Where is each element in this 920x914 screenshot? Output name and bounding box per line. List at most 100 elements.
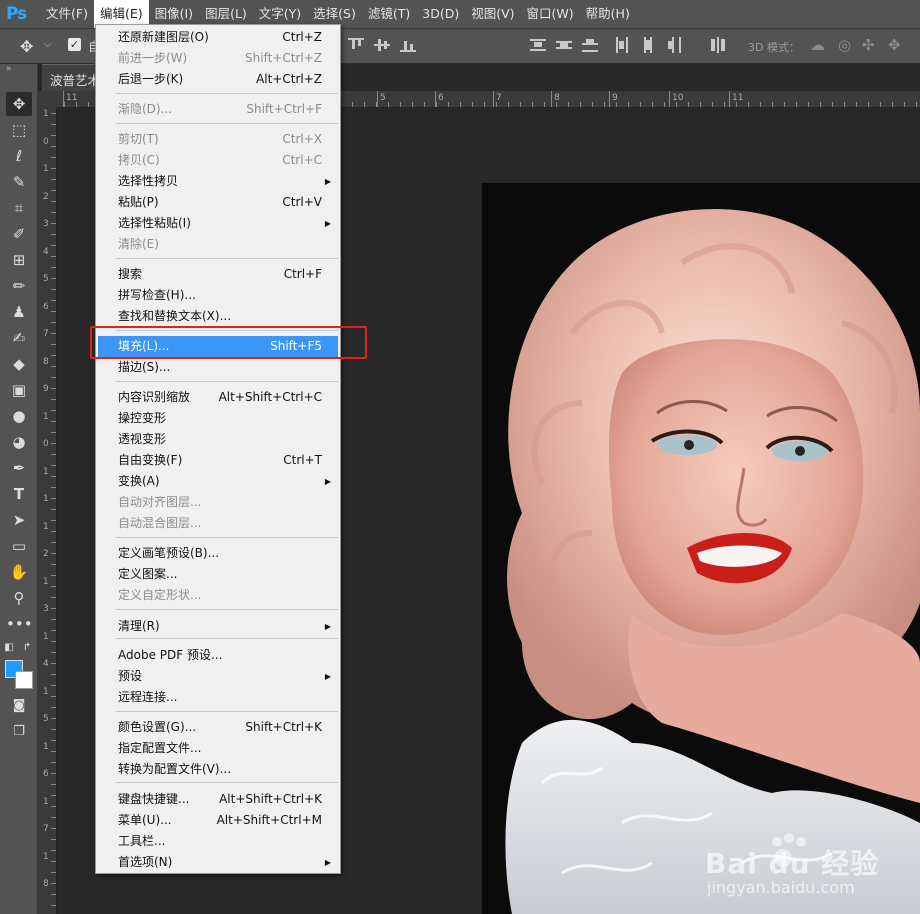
align-vcenter-icon[interactable] — [374, 37, 390, 53]
ruler-v-minor-tick — [51, 575, 56, 576]
edit-menu-item[interactable]: 选择性拷贝 ▶ — [98, 171, 338, 192]
edit-menu-item[interactable]: 指定配置文件... — [98, 738, 338, 759]
ruler-v-minor-tick — [51, 113, 56, 114]
more-tools-icon[interactable]: ••• — [6, 612, 33, 636]
edit-menu-item[interactable]: 描边(S)... — [98, 357, 338, 378]
hand-tool-icon[interactable]: ✋ — [6, 560, 32, 584]
ruler-h-minor-tick — [688, 102, 689, 107]
menu-item-9[interactable]: 窗口(W) — [521, 0, 580, 28]
zoom-tool-icon[interactable]: ⚲ — [6, 586, 32, 610]
crop-tool-icon[interactable]: ⌗ — [6, 196, 32, 220]
eyedropper-tool-icon[interactable]: ✐ — [6, 222, 32, 246]
blur-tool-icon[interactable]: ● — [6, 404, 32, 428]
auto-align-icon[interactable] — [710, 37, 726, 53]
document-tab[interactable]: 波普艺术 — [42, 64, 102, 91]
submenu-arrow-icon: ▶ — [324, 219, 331, 228]
default-colors-icon[interactable]: ◧ — [2, 636, 16, 660]
distribute-left-icon[interactable] — [614, 37, 630, 53]
3d-slide-icon[interactable]: ✥ — [888, 36, 901, 54]
edit-menu-item[interactable]: 定义画笔预设(B)... — [98, 543, 338, 564]
edit-menu-item[interactable]: 后退一步(K) Alt+Ctrl+Z — [98, 69, 338, 90]
edit-menu-item[interactable]: 定义图案... — [98, 564, 338, 585]
edit-menu-item[interactable]: 选择性粘贴(I) ▶ — [98, 213, 338, 234]
clone-stamp-tool-icon[interactable]: ♟ — [6, 300, 32, 324]
tools-panel: » ✥ ⬚ ℓ ✎ ⌗ ✐ ⊞ ✏ ♟ ✍ ◆ ▣ ● ◕ ✒ T ➤ ▭ ✋ … — [0, 64, 38, 914]
menu-item-10[interactable]: 帮助(H) — [580, 0, 636, 28]
distribute-hcenter-icon[interactable] — [640, 37, 656, 53]
ruler-v-minor-tick — [51, 201, 56, 202]
edit-menu-item[interactable]: 颜色设置(G)... Shift+Ctrl+K — [98, 717, 338, 738]
3d-roll-icon[interactable]: ◎ — [838, 36, 851, 54]
menu-separator — [116, 537, 338, 538]
edit-menu-item[interactable]: 操控变形 — [98, 408, 338, 429]
edit-menu-item[interactable]: 远程连接... — [98, 687, 338, 708]
auto-select-checkbox[interactable]: ✓ — [68, 38, 81, 51]
menu-item-label: 定义画笔预设(B)... — [118, 546, 220, 560]
3d-orbit-icon[interactable]: ☁ — [810, 36, 825, 54]
swap-colors-icon[interactable]: ↱ — [20, 636, 34, 660]
edit-menu-item[interactable]: Adobe PDF 预设... — [98, 645, 338, 666]
screen-mode-icon[interactable]: ❐ — [6, 720, 32, 744]
quick-select-tool-icon[interactable]: ✎ — [6, 170, 32, 194]
edit-menu-item[interactable]: 自由变换(F) Ctrl+T — [98, 450, 338, 471]
menu-item-6[interactable]: 滤镜(T) — [362, 0, 416, 28]
background-color-swatch[interactable] — [15, 671, 33, 689]
move-tool-icon[interactable]: ✥ — [20, 37, 33, 56]
distribute-vcenter-icon[interactable] — [556, 37, 572, 53]
eraser-tool-icon[interactable]: ◆ — [6, 352, 32, 376]
edit-menu-item[interactable]: 键盘快捷键... Alt+Shift+Ctrl+K — [98, 789, 338, 810]
path-select-tool-icon[interactable]: ➤ — [6, 508, 32, 532]
edit-menu-item[interactable]: 粘贴(P) Ctrl+V — [98, 192, 338, 213]
menu-item-0[interactable]: 文件(F) — [40, 0, 94, 28]
align-top-icon[interactable] — [348, 37, 364, 53]
edit-menu-item[interactable]: 清理(R) ▶ — [98, 616, 338, 637]
ruler-v-label: 4 — [43, 246, 49, 257]
align-bottom-icon[interactable] — [400, 37, 416, 53]
ruler-h-minor-tick — [88, 102, 89, 107]
pen-tool-icon[interactable]: ✒ — [6, 456, 32, 480]
quick-mask-icon[interactable]: ◙ — [6, 694, 32, 718]
brush-tool-icon[interactable]: ✏ — [6, 274, 32, 298]
edit-menu-item[interactable]: 转换为配置文件(V)... — [98, 759, 338, 780]
move-tool-icon[interactable]: ✥ — [6, 92, 32, 116]
type-tool-icon[interactable]: T — [6, 482, 32, 506]
ruler-v-minor-tick — [51, 850, 56, 851]
menu-separator — [116, 381, 338, 382]
edit-menu-item[interactable]: 内容识别缩放 Alt+Shift+Ctrl+C — [98, 387, 338, 408]
marquee-tool-icon[interactable]: ⬚ — [6, 118, 32, 142]
rectangle-tool-icon[interactable]: ▭ — [6, 534, 32, 558]
ruler-v-minor-tick — [51, 542, 56, 543]
3d-pan-icon[interactable]: ✣ — [862, 36, 875, 54]
collapse-icon[interactable]: » — [6, 64, 12, 74]
edit-menu-item[interactable]: 拼写检查(H)... — [98, 285, 338, 306]
menu-item-8[interactable]: 视图(V) — [465, 0, 520, 28]
edit-menu-item[interactable]: 首选项(N) ▶ — [98, 852, 338, 873]
edit-menu-item[interactable]: 搜索 Ctrl+F — [98, 264, 338, 285]
edit-menu-item[interactable]: 预设 ▶ — [98, 666, 338, 687]
distribute-top-icon[interactable] — [530, 37, 546, 53]
ruler-h-minor-tick — [892, 102, 893, 107]
edit-menu-item[interactable]: 还原新建图层(O) Ctrl+Z — [98, 27, 338, 48]
lasso-tool-icon[interactable]: ℓ — [6, 144, 32, 168]
edit-menu-item[interactable]: 查找和替换文本(X)... — [98, 306, 338, 327]
distribute-right-icon[interactable] — [666, 37, 682, 53]
edit-menu-item[interactable]: 菜单(U)... Alt+Shift+Ctrl+M — [98, 810, 338, 831]
edit-menu-item[interactable]: 变换(A) ▶ — [98, 471, 338, 492]
menu-item-7[interactable]: 3D(D) — [416, 0, 465, 28]
ruler-h-minor-tick — [520, 102, 521, 107]
watermark-url: jingyan.baidu.com — [707, 878, 855, 897]
healing-brush-tool-icon[interactable]: ⊞ — [6, 248, 32, 272]
gradient-tool-icon[interactable]: ▣ — [6, 378, 32, 402]
edit-menu-item[interactable]: 工具栏... — [98, 831, 338, 852]
ruler-v-label: 6 — [43, 301, 49, 312]
history-brush-tool-icon[interactable]: ✍ — [6, 326, 32, 350]
distribute-bottom-icon[interactable] — [582, 37, 598, 53]
chevron-down-icon[interactable]: ⌵ — [44, 39, 52, 50]
ruler-h-minor-tick — [64, 102, 65, 107]
edit-menu-item[interactable]: 透视变形 — [98, 429, 338, 450]
menu-item-label: 透视变形 — [118, 432, 167, 446]
ruler-v-minor-tick — [51, 597, 56, 598]
ruler-v-minor-tick — [51, 619, 56, 620]
dodge-tool-icon[interactable]: ◕ — [6, 430, 32, 454]
ruler-v-minor-tick — [51, 179, 56, 180]
